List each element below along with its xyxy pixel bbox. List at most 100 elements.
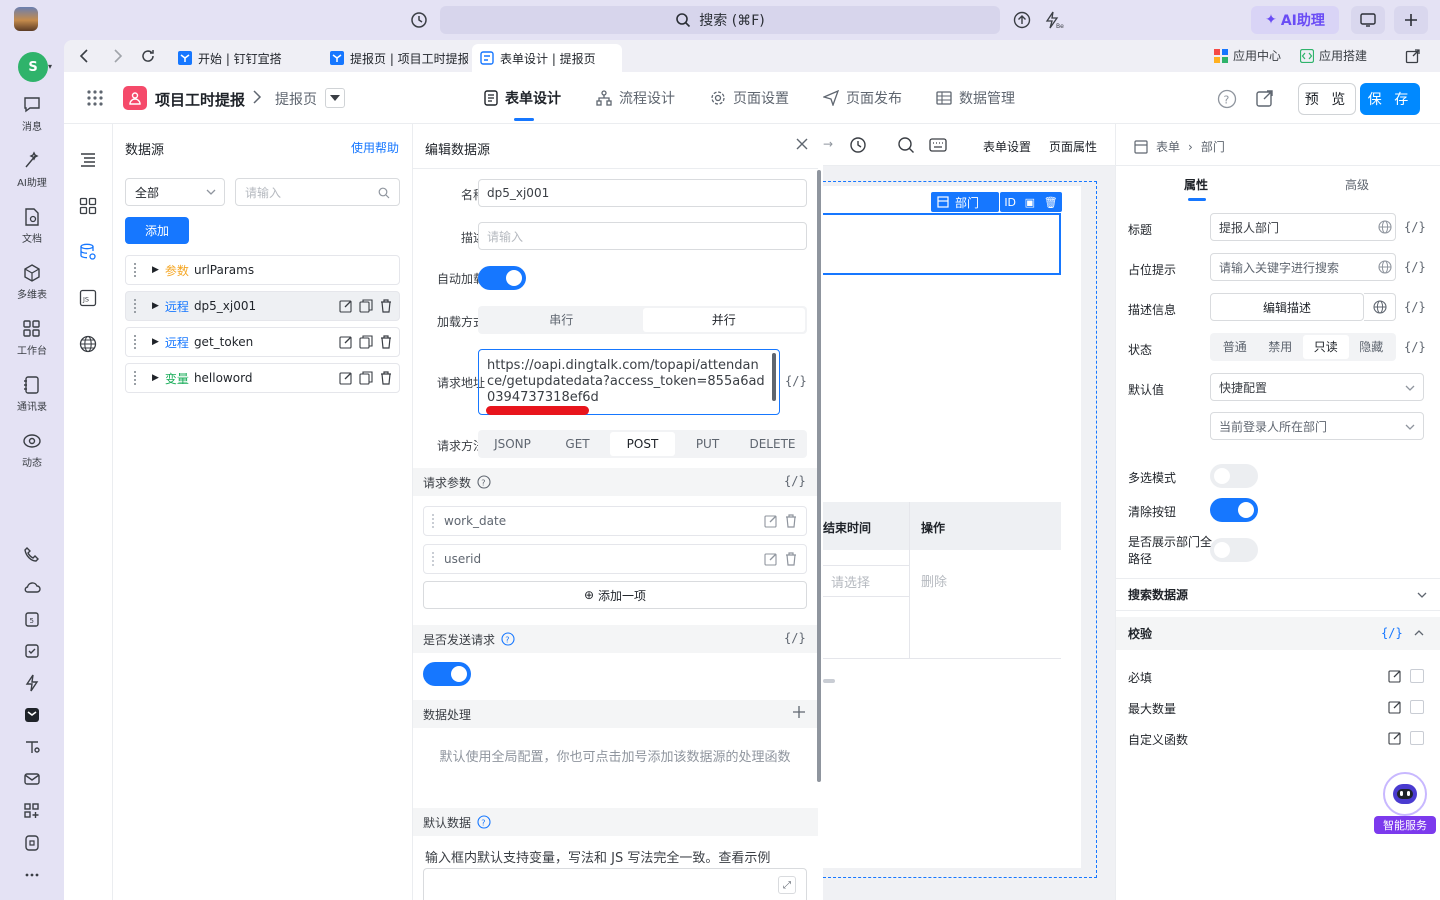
drag-handle-icon[interactable] [432,514,436,528]
drag-handle-icon[interactable] [432,552,436,566]
expand-caret-icon[interactable]: ▶ [152,265,159,275]
help-icon[interactable]: ? [1217,89,1237,109]
rail-item[interactable]: 多维表 [0,263,64,301]
browser-tab-report[interactable]: 提报页 | 项目工时提报 [322,44,468,72]
global-search[interactable]: 搜索 (⌘F) [440,6,1000,34]
outline-tree-icon[interactable] [79,151,97,169]
default-mode-select[interactable]: 快捷配置 [1210,373,1424,401]
notebook-icon[interactable] [22,833,42,853]
copy-icon[interactable]: ▣ [1025,196,1035,209]
field-id-button[interactable]: ID [1004,196,1016,209]
panel-scrollbar[interactable] [817,170,821,782]
app-center-link[interactable]: 应用中心 [1214,47,1281,64]
clear-button-toggle[interactable] [1210,498,1258,522]
param-row[interactable]: userid [423,544,807,574]
js-code-icon[interactable]: JS [79,289,97,307]
calendar-icon[interactable]: 5 [22,609,42,629]
datasource-item[interactable]: ▶ 远程 get_token [125,327,400,357]
title-input[interactable]: 提报人部门 [1210,213,1396,241]
state-disabled[interactable]: 禁用 [1258,335,1304,359]
add-param-button[interactable]: ⊕ 添加一项 [423,581,807,609]
flash-icon[interactable] [22,673,42,693]
apps-plus-icon[interactable] [22,801,42,821]
chevron-up-icon[interactable] [1414,630,1424,636]
method-delete[interactable]: DELETE [740,432,805,456]
drag-handle-icon[interactable] [134,299,140,313]
default-data-editor[interactable] [423,868,807,900]
history-icon[interactable] [408,9,430,31]
edit-rule-icon[interactable] [1388,731,1402,745]
edit-icon[interactable] [339,299,353,313]
delete-icon[interactable]: 🗑 [1044,196,1058,209]
selected-department-field[interactable] [823,213,1061,275]
description-variable-toggle[interactable]: {/} [1404,300,1426,314]
browser-tab-start[interactable]: 开始 | 钉钉宜搭 [170,44,316,72]
loadmode-serial[interactable]: 串行 [480,308,643,332]
tab-process-design[interactable]: 流程设计 [596,72,675,124]
app-builder-link[interactable]: 应用搭建 [1300,47,1367,64]
phone-icon[interactable] [22,545,42,565]
trash-icon[interactable] [379,335,393,349]
app-avatar[interactable] [14,7,38,31]
copy-icon[interactable] [359,299,373,313]
todo-icon[interactable] [22,641,42,661]
globe-icon[interactable] [79,335,97,353]
open-external-icon[interactable] [1405,48,1421,64]
tab-page-publish[interactable]: 页面发布 [823,72,902,124]
new-button[interactable] [1394,6,1428,34]
arrow-right-icon[interactable]: → [823,137,833,151]
add-datasource-button[interactable]: 添加 [125,217,189,244]
trash-icon[interactable] [784,514,798,528]
app-name[interactable]: 项目工时提报 [155,89,245,110]
row-delete-link[interactable]: 删除 [921,571,947,590]
edit-icon[interactable] [339,335,353,349]
tab-data-management[interactable]: 数据管理 [936,72,1015,124]
clock-icon[interactable] [849,136,867,154]
save-button[interactable]: 保 存 [1360,83,1420,115]
preview-button[interactable]: 预 览 [1298,83,1356,115]
edit-icon[interactable] [764,514,778,528]
rule-checkbox[interactable] [1410,731,1424,745]
page-props-link[interactable]: 页面属性 [1049,138,1097,155]
param-row[interactable]: work_date [423,506,807,536]
url-variable-toggle[interactable]: {/} [785,374,807,388]
mail-icon[interactable] [22,769,42,789]
org-logo[interactable]: S [18,52,48,82]
rail-item[interactable]: 通讯录 [0,375,64,413]
edit-icon[interactable] [764,552,778,566]
autoload-toggle[interactable] [478,266,526,290]
keyboard-icon[interactable] [929,137,947,153]
placeholder-variable-toggle[interactable]: {/} [1404,260,1426,274]
datasource-item[interactable]: ▶ 参数 urlParams [125,255,400,285]
page-dropdown-button[interactable] [325,88,345,108]
trash-icon[interactable] [784,552,798,566]
end-time-select[interactable]: 请选择 [823,565,909,597]
rail-item[interactable]: 工作台 [0,319,64,357]
method-post[interactable]: POST [610,432,675,456]
method-get[interactable]: GET [545,432,610,456]
expand-caret-icon[interactable]: ▶ [152,337,159,347]
send-request-toggle[interactable] [423,662,471,686]
close-icon[interactable] [795,137,809,151]
rail-item[interactable]: 文档 [0,207,64,245]
beta-lightning-icon[interactable]: Beta [1043,9,1065,31]
description-language-button[interactable] [1364,293,1396,321]
selected-field-badge[interactable]: 部门 [931,192,999,212]
description-input[interactable]: 请输入 [478,222,807,250]
upload-icon[interactable] [1011,9,1033,31]
edit-icon[interactable] [1388,669,1402,683]
rail-item[interactable]: 消息 [0,95,64,133]
trash-icon[interactable] [379,299,393,313]
yida-icon[interactable] [22,705,42,725]
ai-assistant-button[interactable]: ✦ AI助理 [1251,6,1339,34]
search-icon[interactable] [897,136,915,154]
method-put[interactable]: PUT [675,432,740,456]
url-scrollbar[interactable] [772,353,776,401]
validation-variable-toggle[interactable]: {/} [1381,626,1403,640]
org-switch-caret-icon[interactable]: ▾ [48,62,52,71]
edit-icon[interactable] [1388,700,1402,714]
tab-form-design[interactable]: 表单设计 [484,72,561,124]
tab-page-settings[interactable]: 页面设置 [710,72,789,124]
form-settings-link[interactable]: 表单设置 [983,138,1031,155]
rule-checkbox[interactable] [1410,700,1424,714]
